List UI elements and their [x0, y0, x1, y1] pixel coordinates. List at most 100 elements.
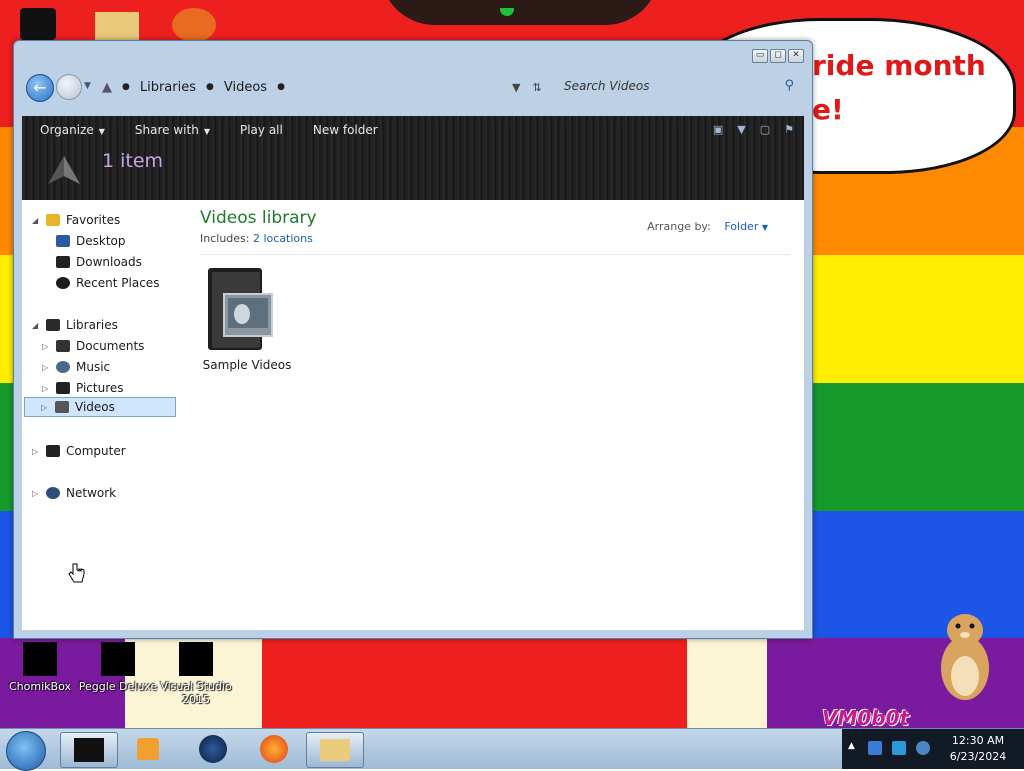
includes-label: Includes:	[200, 232, 250, 245]
media-player-icon	[137, 738, 159, 760]
breadcrumb-libraries[interactable]: Libraries	[140, 80, 196, 95]
nav-item-downloads[interactable]: Downloads	[56, 252, 142, 272]
nav-computer[interactable]: ▷ Computer	[32, 441, 126, 461]
explorer-window[interactable]: ▭ ◻ ✕ ← ▼ ▲ ● Libraries ● Videos ● ▼ ⇅ S…	[13, 40, 813, 639]
star-icon	[46, 214, 60, 226]
nav-item-desktop[interactable]: Desktop	[56, 231, 126, 251]
chevron-down-icon: ▼	[203, 127, 210, 136]
nav-item-recent-places[interactable]: Recent Places	[56, 273, 159, 293]
taskbar-media-player-button[interactable]	[120, 732, 176, 766]
hamster-image	[941, 614, 989, 700]
command-bar-items: Organize ▼ Share with ▼ Play all New folde…	[40, 123, 408, 137]
back-button[interactable]: ←	[26, 74, 54, 102]
network-icon	[46, 487, 60, 499]
taskbar-explorer-button[interactable]	[60, 732, 118, 768]
collapsed-triangle-icon[interactable]: ▷	[42, 384, 50, 393]
show-hidden-icons-icon[interactable]: ▲	[848, 741, 855, 751]
share-with-button[interactable]: Share with ▼	[135, 123, 222, 137]
nav-libraries-label: Libraries	[66, 318, 118, 332]
nav-item-pictures[interactable]: ▷ Pictures	[42, 378, 124, 398]
recent-pages-dropdown[interactable]: ▼	[84, 81, 91, 91]
arrange-by-dropdown[interactable]: Folder ▼	[724, 220, 768, 233]
clock-date: 6/23/2024	[949, 750, 1007, 763]
search-icon[interactable]: ⚲	[784, 78, 794, 93]
collapsed-triangle-icon[interactable]: ▷	[41, 403, 49, 412]
taskbar: ▲ 12:30 AM 6/23/2024	[0, 728, 1024, 771]
view-controls: ▣ ▼ ▢ ⚑	[713, 123, 794, 136]
search-box[interactable]: Search Videos ⚲	[564, 75, 800, 97]
firefox-icon	[260, 735, 288, 763]
pictures-icon	[56, 382, 70, 394]
new-folder-button[interactable]: New folder	[313, 123, 390, 137]
expand-triangle-icon[interactable]: ◢	[32, 321, 40, 330]
start-button[interactable]	[6, 731, 46, 771]
includes-locations-link[interactable]: 2 locations	[253, 232, 313, 245]
view-dropdown-icon[interactable]: ▼	[737, 123, 745, 136]
address-dropdown-icon[interactable]: ▼	[512, 81, 520, 94]
desktop-icon-recycle-bin[interactable]	[20, 8, 56, 40]
tray-app-icon[interactable]	[868, 741, 882, 755]
nav-item-label: Downloads	[76, 255, 142, 269]
sample-videos-folder-icon[interactable]	[204, 262, 276, 352]
organize-button[interactable]: Organize ▼	[40, 123, 117, 137]
sample-videos-label[interactable]: Sample Videos	[192, 358, 302, 372]
arrange-by-label: Arrange by:	[647, 220, 711, 233]
chomikbox-icon	[23, 642, 57, 676]
nav-item-music[interactable]: ▷ Music	[42, 357, 110, 377]
nav-network[interactable]: ▷ Network	[32, 483, 116, 503]
chevron-down-icon: ▼	[761, 223, 768, 232]
address-bar[interactable]: ▲ ● Libraries ● Videos ●	[102, 76, 502, 98]
recent-places-icon	[56, 277, 70, 289]
content-pane: Videos library Includes: 2 locations Arr…	[182, 200, 804, 630]
volume-icon[interactable]	[916, 741, 930, 755]
play-all-button[interactable]: Play all	[240, 123, 295, 137]
nav-computer-label: Computer	[66, 444, 126, 458]
taskbar-firefox-button[interactable]	[246, 732, 302, 766]
divider	[200, 254, 790, 255]
help-icon[interactable]: ⚑	[784, 123, 794, 136]
expand-triangle-icon[interactable]: ◢	[32, 216, 40, 225]
breadcrumb-separator-icon[interactable]: ●	[122, 82, 130, 92]
collapsed-triangle-icon[interactable]: ▷	[32, 489, 40, 498]
breadcrumb-separator-icon[interactable]: ●	[206, 82, 214, 92]
desktop-icon-chomikbox[interactable]: ChomikBox	[0, 642, 80, 693]
minimize-button[interactable]: ▭	[752, 49, 768, 63]
documents-icon	[56, 340, 70, 352]
nav-item-videos[interactable]: ▷ Videos	[24, 397, 176, 417]
desktop-icon-peggle-deluxe[interactable]: Peggle Deluxe	[78, 642, 158, 693]
nav-item-documents[interactable]: ▷ Documents	[42, 336, 144, 356]
collapsed-triangle-icon[interactable]: ▷	[42, 342, 50, 351]
change-view-icon[interactable]: ▣	[713, 123, 723, 136]
nav-item-label: Documents	[76, 339, 145, 353]
library-title: Videos library	[200, 208, 317, 228]
organize-label: Organize	[40, 123, 94, 137]
collapsed-triangle-icon[interactable]: ▷	[32, 447, 40, 456]
nav-favorites[interactable]: ◢ Favorites	[32, 210, 120, 230]
forward-button[interactable]	[56, 74, 82, 100]
refresh-icon[interactable]: ⇅	[532, 81, 541, 94]
speech-bubble-text: ride month e!	[812, 49, 986, 126]
folder-icon	[320, 739, 350, 761]
desktop-icon-folder[interactable]	[95, 12, 139, 42]
search-input[interactable]: Search Videos	[564, 79, 649, 93]
network-tray-icon[interactable]	[892, 741, 906, 755]
collapsed-triangle-icon[interactable]: ▷	[42, 363, 50, 372]
clock-time: 12:30 AM	[951, 734, 1005, 747]
watermark-text: VM0b0t	[822, 706, 910, 730]
globe-icon	[199, 735, 227, 763]
maximize-button[interactable]: ◻	[770, 49, 786, 63]
libraries-icon	[46, 319, 60, 331]
desktop-icon-visual-studio[interactable]: Visual Studio 2015	[156, 642, 236, 706]
desktop-icon-app[interactable]	[172, 8, 216, 42]
wallpaper-red-shape	[262, 638, 687, 728]
nav-libraries[interactable]: ◢ Libraries	[32, 315, 118, 335]
taskbar-globe-button[interactable]	[185, 732, 241, 766]
visual-studio-icon	[179, 642, 213, 676]
clock[interactable]: 12:30 AM 6/23/2024	[938, 733, 1018, 765]
preview-pane-icon[interactable]: ▢	[760, 123, 770, 136]
item-count: 1 item	[102, 150, 164, 172]
close-button[interactable]: ✕	[788, 49, 804, 63]
taskbar-folder-button[interactable]	[306, 732, 364, 768]
breadcrumb-separator-icon[interactable]: ●	[277, 82, 285, 92]
breadcrumb-videos[interactable]: Videos	[224, 80, 267, 95]
